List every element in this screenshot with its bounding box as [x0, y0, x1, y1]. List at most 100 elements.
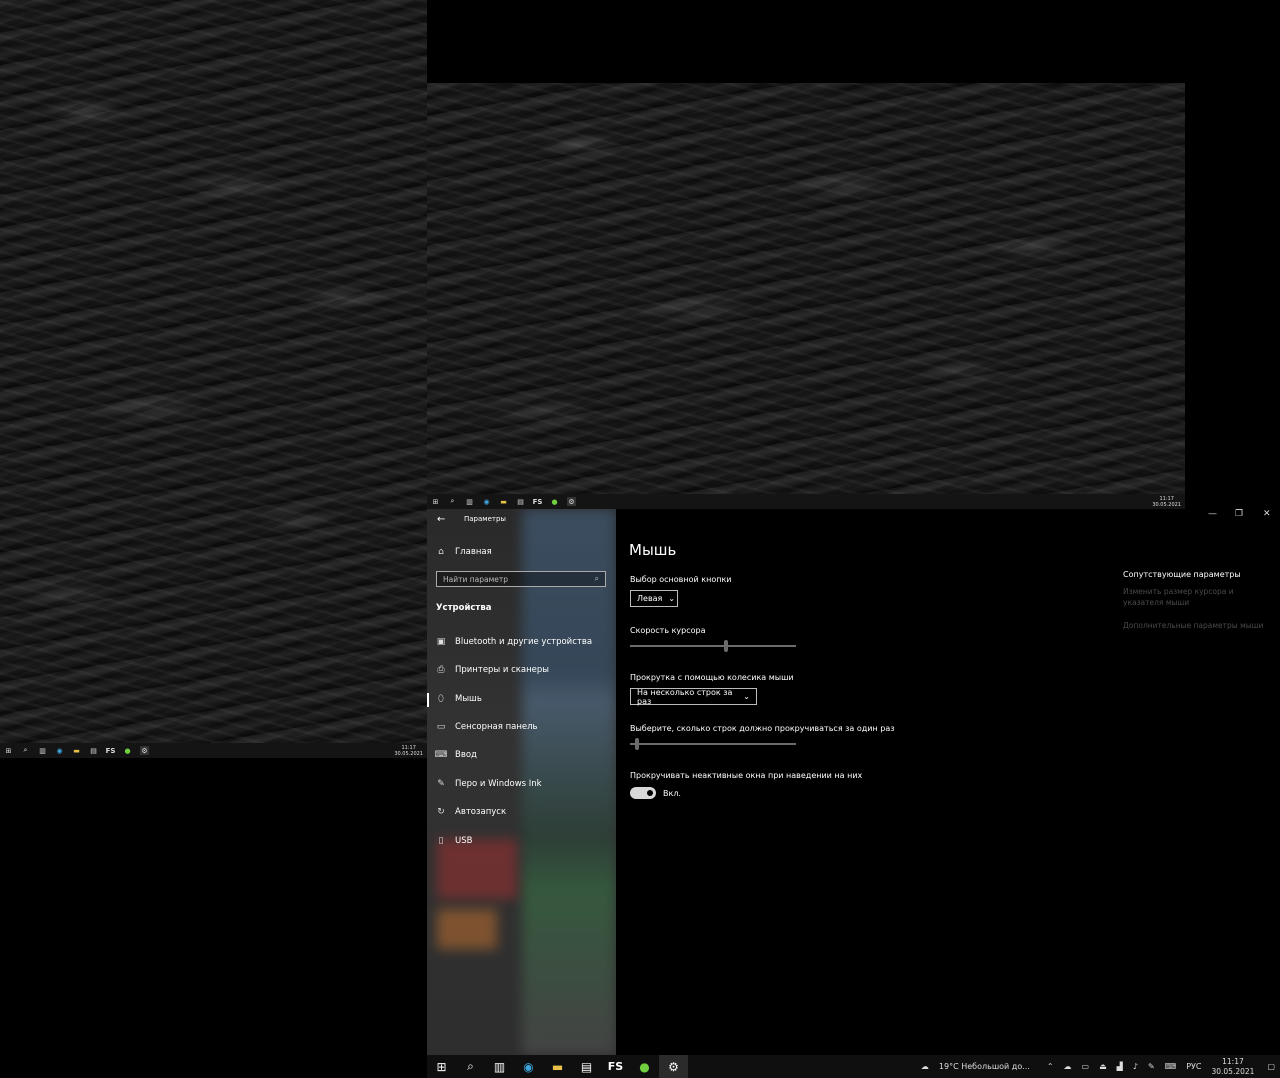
- task-view-icon[interactable]: ▥: [485, 1055, 514, 1078]
- link-line: указателя мыши: [1123, 598, 1190, 607]
- search-icon[interactable]: ⌕: [456, 1055, 485, 1078]
- pen-icon: ✎: [437, 779, 445, 789]
- volume-icon[interactable]: ♪: [1133, 1062, 1138, 1071]
- sidebar-item-printers[interactable]: ⎙ Принтеры и сканеры: [436, 665, 549, 675]
- inactive-scroll-toggle[interactable]: [630, 787, 656, 799]
- sidebar-item-label: Принтеры и сканеры: [455, 665, 549, 675]
- dropdown-value: Левая: [637, 594, 663, 603]
- window-title: Параметры: [464, 515, 506, 523]
- usb-tray-icon[interactable]: ⏏: [1099, 1062, 1107, 1071]
- keyboard-icon: ⌨: [434, 750, 448, 760]
- primary-button-dropdown[interactable]: Левая ⌄: [630, 590, 678, 607]
- weather-text[interactable]: 19°C Небольшой до...: [939, 1062, 1030, 1071]
- language-indicator[interactable]: РУС: [1186, 1062, 1201, 1071]
- calculator-icon[interactable]: ▤: [89, 746, 98, 755]
- edge-icon[interactable]: ◉: [55, 746, 64, 755]
- toggle-state-label: Вкл.: [663, 789, 681, 798]
- utorrent-icon[interactable]: ●: [550, 497, 559, 506]
- lines-thumb[interactable]: [634, 738, 639, 750]
- autoplay-icon: ↻: [437, 807, 445, 817]
- settings-gear-icon[interactable]: ⚙: [567, 497, 576, 506]
- cursor-speed-label: Скорость курсора: [630, 626, 706, 635]
- clock-date: 30.05.2021: [1211, 1066, 1255, 1076]
- chevron-down-icon: ⌄: [668, 594, 676, 603]
- utorrent-icon[interactable]: ●: [630, 1055, 659, 1078]
- keyboard-icon[interactable]: ⌨: [1165, 1062, 1177, 1071]
- sidebar-item-mouse[interactable]: ⬯ Мышь: [436, 694, 482, 704]
- weather-cloud-icon[interactable]: ☁: [921, 1062, 929, 1071]
- mouse-icon: ⬯: [438, 694, 444, 704]
- left-taskbar-clock[interactable]: 11:17 30.05.2021: [394, 745, 423, 757]
- settings-gear-icon[interactable]: ⚙: [140, 746, 149, 755]
- sidebar-item-label: Перо и Windows Ink: [455, 779, 542, 789]
- top-taskbar-clock[interactable]: 11:17 30.05.2021: [1152, 496, 1181, 508]
- settings-window: ← Параметры ⌂ Главная Найти параметр ⌕ У…: [427, 509, 1280, 1055]
- sidebar-item-autoplay[interactable]: ↻ Автозапуск: [436, 807, 506, 817]
- sidebar-item-usb[interactable]: ▯ USB: [436, 836, 473, 846]
- cursor-size-link[interactable]: Изменить размер курсора и указателя мыши: [1123, 586, 1234, 608]
- wheel-scroll-dropdown[interactable]: На несколько строк за раз ⌄: [630, 688, 757, 706]
- sidebar-item-typing[interactable]: ⌨ Ввод: [434, 750, 477, 760]
- sidebar-item-pen[interactable]: ✎ Перо и Windows Ink: [436, 779, 542, 789]
- toggle-knob: [647, 790, 653, 796]
- sidebar-item-label: Мышь: [455, 694, 482, 704]
- left-monitor-taskbar: ⊞ ⌕ ▥ ◉ ▬ ▤ FS ● ⚙ 11:17 30.05.2021: [0, 743, 427, 758]
- fs-app-button[interactable]: FS: [601, 1055, 630, 1078]
- minimize-button[interactable]: —: [1208, 509, 1217, 519]
- onedrive-icon[interactable]: ☁: [1064, 1062, 1072, 1071]
- calculator-icon[interactable]: ▤: [572, 1055, 601, 1078]
- back-arrow-icon[interactable]: ←: [437, 514, 445, 525]
- explorer-icon[interactable]: ▬: [72, 746, 81, 755]
- battery-icon[interactable]: ▭: [1082, 1062, 1090, 1071]
- bluetooth-device-icon: ▣: [436, 637, 446, 647]
- section-title: Устройства: [436, 603, 492, 613]
- page-title: Мышь: [629, 541, 677, 559]
- pen-icon[interactable]: ✎: [1148, 1062, 1155, 1071]
- explorer-icon[interactable]: ▬: [543, 1055, 572, 1078]
- task-view-icon[interactable]: ▥: [38, 746, 47, 755]
- top-monitor-wallpaper: [427, 83, 1185, 494]
- sidebar-item-label: Ввод: [455, 750, 477, 760]
- sidebar-item-label: Автозапуск: [455, 807, 507, 817]
- settings-main: Мышь Выбор основной кнопки Левая ⌄ Скоро…: [616, 509, 1280, 1055]
- search-icon[interactable]: ⌕: [21, 746, 30, 755]
- start-icon[interactable]: ⊞: [431, 497, 440, 506]
- acrylic-blur: [437, 839, 517, 899]
- additional-mouse-options-link[interactable]: Дополнительные параметры мыши: [1123, 620, 1263, 631]
- settings-gear-icon[interactable]: ⚙: [659, 1055, 688, 1078]
- fs-app-icon[interactable]: FS: [533, 497, 543, 506]
- calculator-icon[interactable]: ▤: [516, 497, 525, 506]
- edge-icon[interactable]: ◉: [482, 497, 491, 506]
- cursor-speed-thumb[interactable]: [724, 640, 729, 652]
- sidebar-item-bluetooth[interactable]: ▣ Bluetooth и другие устройства: [436, 637, 592, 647]
- clock-time: 11:17: [1222, 1056, 1244, 1066]
- utorrent-icon[interactable]: ●: [123, 746, 132, 755]
- main-taskbar: ⊞ ⌕ ▥ ◉ ▬ ▤ FS ● ⚙ ☁ 19°C Небольшой до..…: [427, 1055, 1280, 1078]
- chevron-up-icon[interactable]: ⌃: [1047, 1062, 1054, 1071]
- search-icon[interactable]: ⌕: [448, 497, 457, 506]
- printer-icon: ⎙: [437, 665, 445, 675]
- close-button[interactable]: ✕: [1263, 509, 1271, 519]
- explorer-icon[interactable]: ▬: [499, 497, 508, 506]
- left-clock-date: 30.05.2021: [394, 750, 423, 757]
- sidebar-item-label: USB: [455, 836, 473, 846]
- task-view-icon[interactable]: ▥: [465, 497, 474, 506]
- start-icon[interactable]: ⊞: [4, 746, 13, 755]
- maximize-button[interactable]: ❐: [1235, 509, 1243, 519]
- search-input[interactable]: Найти параметр ⌕: [436, 571, 606, 587]
- fs-app-icon[interactable]: FS: [106, 746, 116, 755]
- inactive-scroll-label: Прокручивать неактивные окна при наведен…: [630, 771, 863, 780]
- clock[interactable]: 11:17 30.05.2021: [1211, 1057, 1254, 1077]
- acrylic-blur: [437, 909, 497, 949]
- sidebar-item-label: Сенсорная панель: [455, 722, 538, 732]
- start-icon[interactable]: ⊞: [427, 1055, 456, 1078]
- sidebar-item-home[interactable]: ⌂ Главная: [436, 547, 492, 557]
- cursor-speed-slider[interactable]: [630, 645, 796, 647]
- home-icon: ⌂: [438, 547, 444, 557]
- edge-icon[interactable]: ◉: [514, 1055, 543, 1078]
- sidebar-item-touchpad[interactable]: ▭ Сенсорная панель: [436, 722, 538, 732]
- lines-slider[interactable]: [630, 743, 796, 745]
- notifications-icon[interactable]: ▢: [1267, 1062, 1275, 1071]
- network-icon[interactable]: ▟: [1117, 1062, 1123, 1071]
- selected-indicator: [427, 693, 429, 707]
